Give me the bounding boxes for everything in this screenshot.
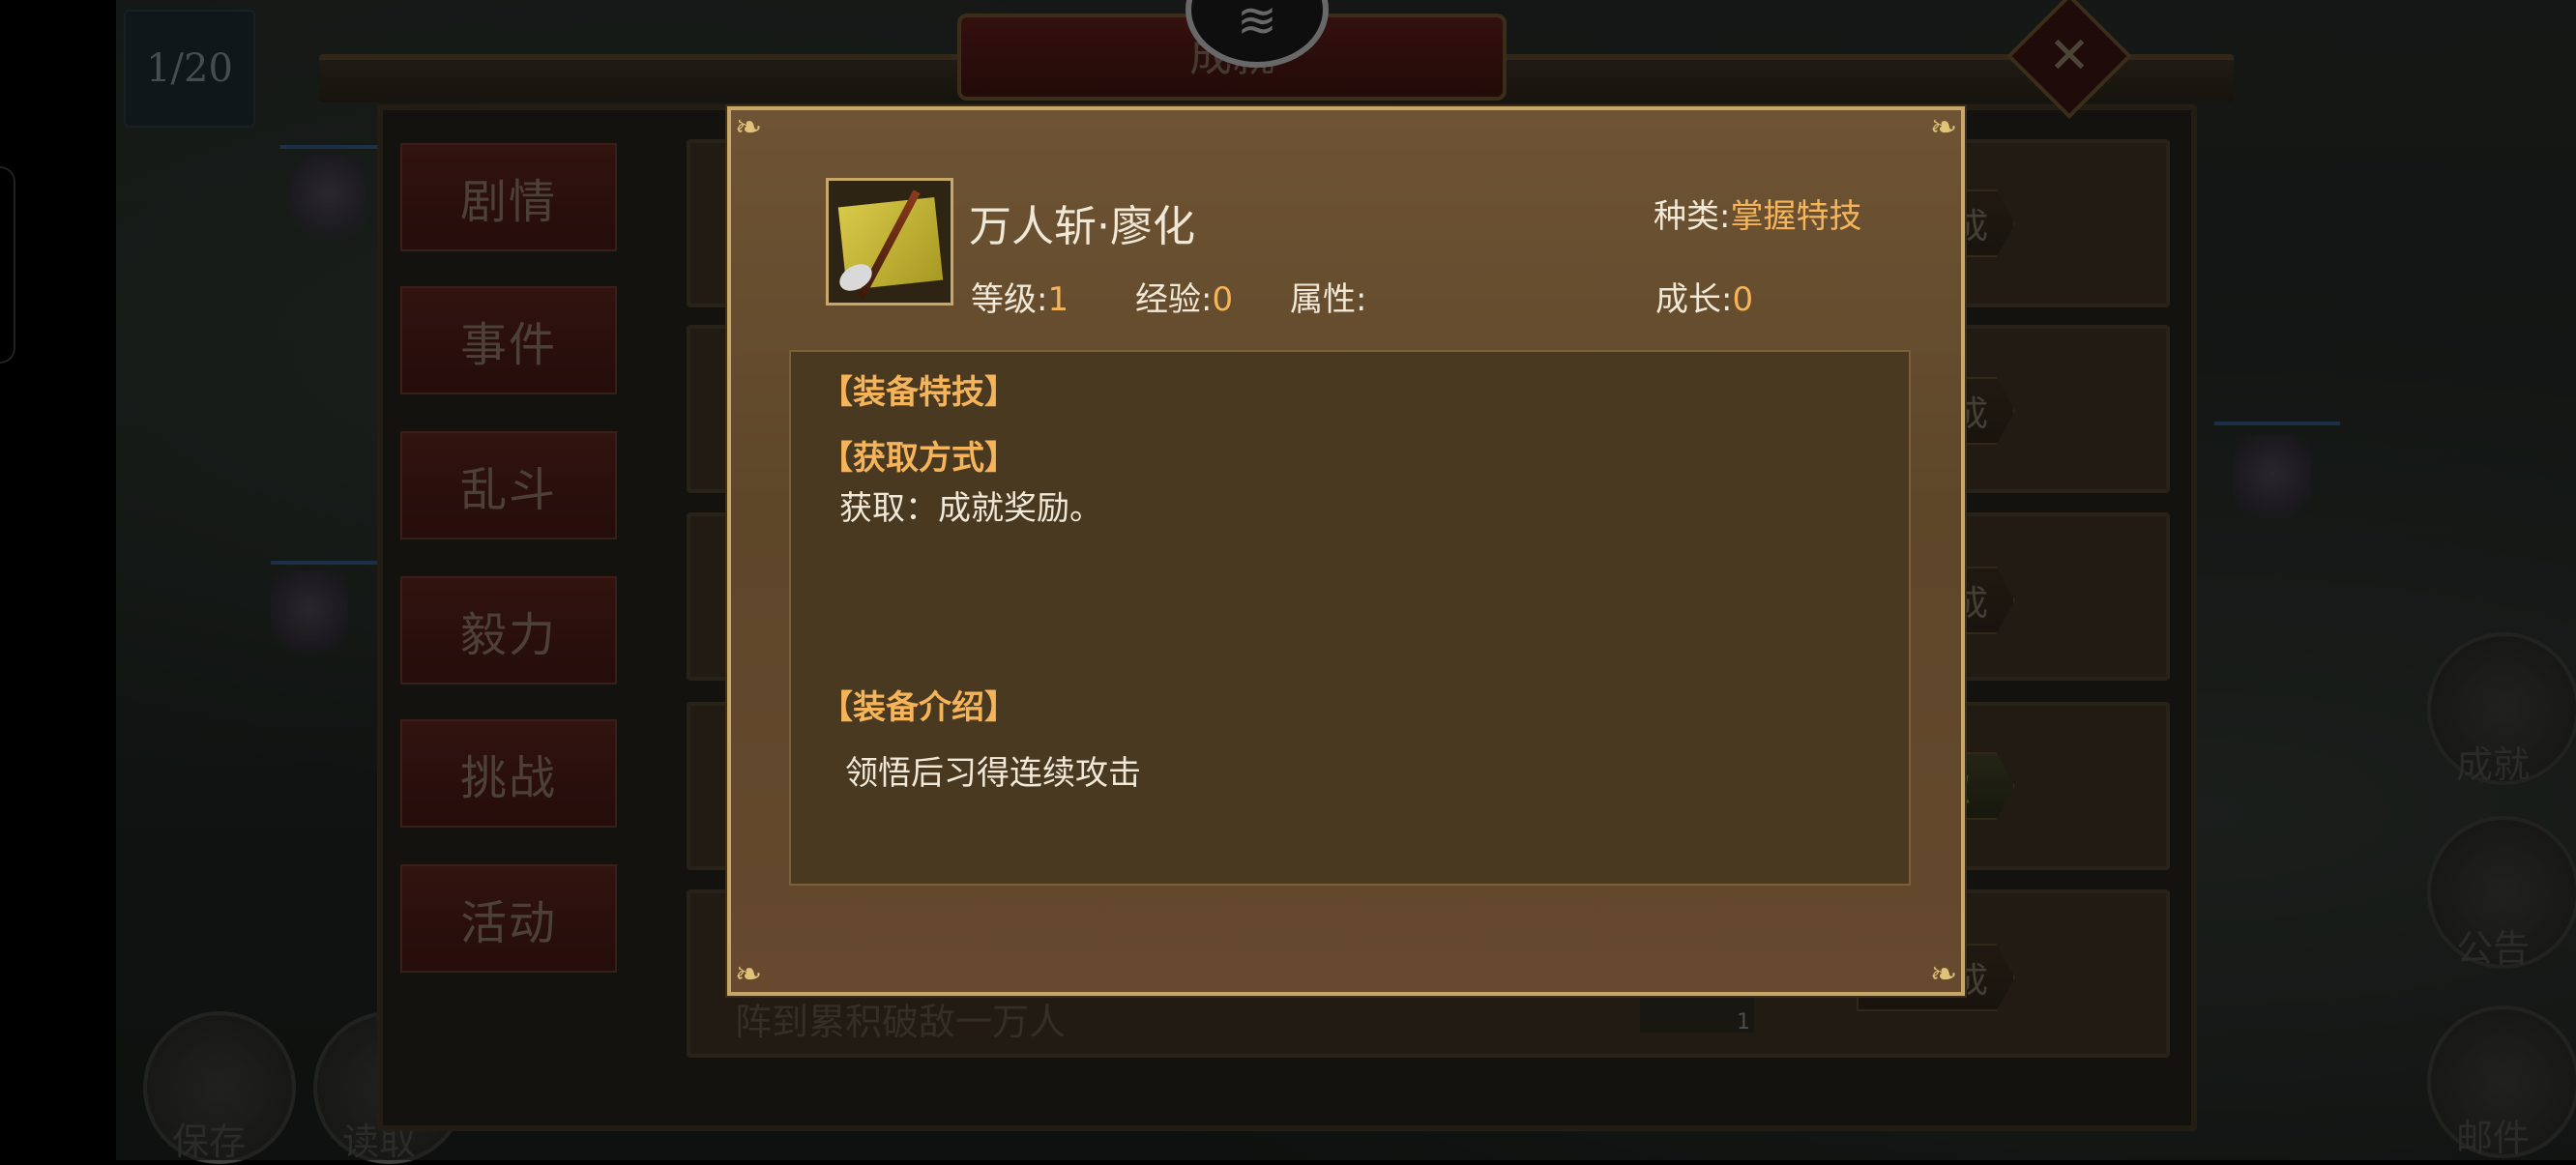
- phone-edge-handle: [0, 166, 15, 364]
- hero-sprite: [290, 155, 367, 251]
- intro-section-title: 【装备介绍】: [820, 688, 1017, 727]
- achievement-menu-label: 成就: [2456, 743, 2531, 786]
- category-tab[interactable]: 剧情: [400, 143, 617, 251]
- attribute-field: 属性:: [1290, 280, 1367, 319]
- obtain-text: 获取：成就奖励。: [839, 489, 1102, 528]
- reward-count: 1: [1737, 1010, 1750, 1034]
- corner-ornament-icon: ❧: [1929, 108, 1958, 147]
- level-field: 等级:1: [971, 280, 1069, 319]
- weapon-skill-icon: [826, 178, 953, 306]
- save-label: 保存: [172, 1121, 247, 1163]
- hero-sprite: [2234, 435, 2311, 532]
- mail-menu-label: 邮件: [2456, 1117, 2531, 1159]
- skill-section-title: 【装备特技】: [820, 373, 1017, 412]
- category-tab[interactable]: 乱斗: [400, 431, 617, 539]
- obtain-section-title: 【获取方式】: [820, 439, 1017, 478]
- corner-ornament-icon: ❧: [1929, 955, 1958, 994]
- intro-text: 领悟后习得连续攻击: [845, 754, 1141, 793]
- description-box: 【装备特技】 【获取方式】 获取：成就奖励。 【装备介绍】 领悟后习得连续攻击: [789, 350, 1911, 886]
- category-tab[interactable]: 事件: [400, 286, 617, 394]
- item-detail-popup: ❧ ❧ ❧ ❧ 万人斩·廖化 种类:掌握特技 等级:1 经验:0 属性: 成长:…: [727, 106, 1965, 996]
- achievement-description: 阵到累积破敌一万人: [735, 1001, 1067, 1043]
- item-name: 万人斩·廖化: [969, 202, 1195, 251]
- growth-field: 成长:0: [1655, 280, 1754, 319]
- exp-value: 0: [1212, 280, 1234, 319]
- notice-menu-label: 公告: [2456, 927, 2531, 970]
- hero-hp-bar: [271, 561, 387, 565]
- close-icon[interactable]: ✕: [2025, 12, 2114, 101]
- corner-ornament-icon: ❧: [734, 108, 763, 147]
- hero-hp-bar: [2214, 422, 2340, 425]
- category-tab[interactable]: 毅力: [400, 576, 617, 684]
- corner-ornament-icon: ❧: [734, 955, 763, 994]
- growth-value: 0: [1732, 280, 1754, 319]
- level-value: 1: [1047, 280, 1069, 319]
- category-tab[interactable]: 活动: [400, 864, 617, 973]
- page-counter: 1/20: [124, 10, 255, 128]
- category-tab[interactable]: 挑战: [400, 719, 617, 828]
- type-field: 种类:掌握特技: [1654, 197, 1862, 236]
- type-value: 掌握特技: [1730, 197, 1862, 236]
- exp-field: 经验:0: [1135, 280, 1234, 319]
- hero-sprite: [271, 570, 348, 667]
